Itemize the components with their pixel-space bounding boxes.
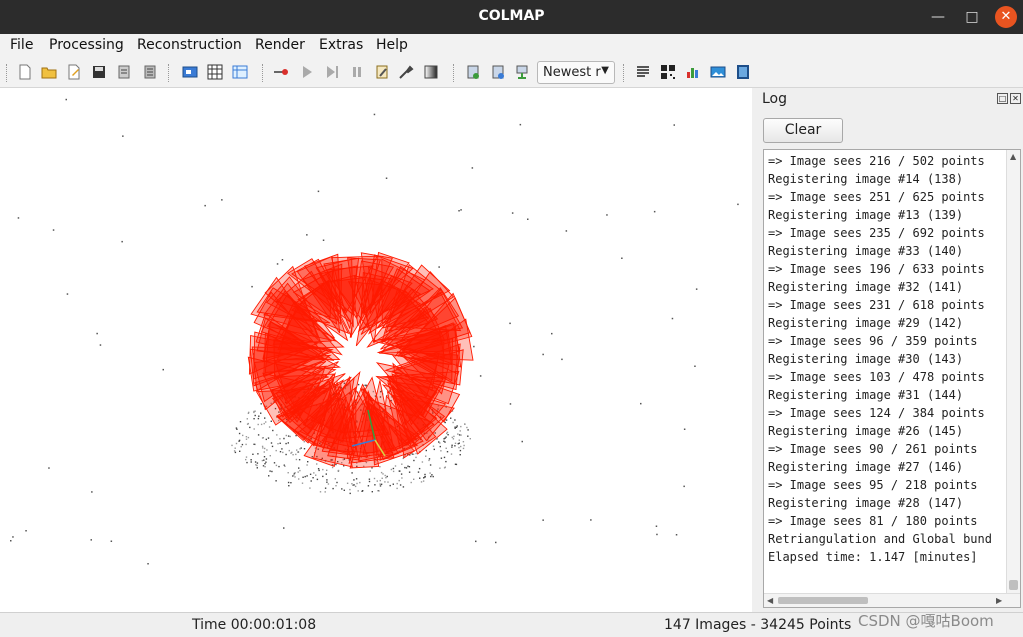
toolbar-separator — [453, 64, 455, 82]
reconstruction-options-icon[interactable] — [374, 64, 390, 80]
edit-project-icon[interactable] — [66, 64, 82, 80]
grab-movie-icon[interactable] — [735, 64, 751, 80]
bundle-adjustment-icon[interactable] — [398, 64, 414, 80]
log-line: => Image sees 216 / 502 points — [768, 154, 985, 168]
step-reconstruction-icon[interactable] — [324, 64, 340, 80]
select-model-icon[interactable] — [514, 64, 530, 80]
open-project-icon[interactable] — [41, 64, 57, 80]
title-bar: COLMAP — □ ✕ — [0, 0, 1023, 34]
log-line: => Image sees 124 / 384 points — [768, 406, 985, 420]
menu-render[interactable]: Render — [255, 37, 305, 53]
log-line: Elapsed time: 1.147 [minutes] — [768, 550, 978, 564]
feature-extraction-icon[interactable] — [182, 64, 198, 80]
scroll-up-icon[interactable]: ▲ — [1010, 152, 1016, 161]
menu-bar: File Processing Reconstruction Render Ex… — [0, 34, 1023, 58]
toolbar-separator — [623, 64, 625, 82]
toolbar-separator — [6, 64, 8, 82]
scroll-right-icon[interactable]: ▶ — [996, 596, 1002, 605]
minimize-icon[interactable]: — — [927, 6, 949, 28]
start-reconstruction-icon[interactable] — [299, 64, 315, 80]
model-selector-dropdown[interactable]: Newest r ▼ — [537, 61, 615, 84]
chevron-down-icon: ▼ — [601, 65, 609, 76]
toolbar-separator — [168, 64, 170, 82]
log-line: => Image sees 81 / 180 points — [768, 514, 978, 528]
log-line: => Image sees 95 / 218 points — [768, 478, 978, 492]
menu-help[interactable]: Help — [376, 37, 408, 53]
camera-frustums — [247, 251, 474, 469]
model-statistics-icon[interactable] — [685, 64, 701, 80]
log-line: Registering image #26 (145) — [768, 424, 964, 438]
dock-splitter[interactable] — [752, 88, 760, 612]
log-line: Registering image #14 (138) — [768, 172, 964, 186]
log-text-area[interactable]: => Image sees 216 / 502 points Registerin… — [763, 149, 1021, 608]
log-line: => Image sees 251 / 625 points — [768, 190, 985, 204]
log-line: Registering image #29 (142) — [768, 316, 964, 330]
toolbar-separator — [262, 64, 264, 82]
log-line: => Image sees 235 / 692 points — [768, 226, 985, 240]
menu-reconstruction[interactable]: Reconstruction — [137, 37, 242, 53]
reset-view-icon[interactable] — [490, 64, 506, 80]
render-options-icon[interactable] — [465, 64, 481, 80]
log-horizontal-scrollbar[interactable]: ◀ ▶ — [764, 593, 1020, 607]
model-viewer[interactable] — [0, 88, 752, 612]
export-model-icon[interactable] — [142, 64, 158, 80]
dense-reconstruction-icon[interactable] — [423, 64, 439, 80]
log-panel: Log □ ✕ Clear => Image sees 216 / 502 po… — [760, 88, 1023, 612]
log-line: => Image sees 90 / 261 points — [768, 442, 978, 456]
menu-extras[interactable]: Extras — [319, 37, 363, 53]
status-time: Time 00:00:01:08 — [192, 617, 317, 633]
close-dock-icon[interactable]: ✕ — [1010, 93, 1021, 104]
log-line: Registering image #33 (140) — [768, 244, 964, 258]
log-line: => Image sees 196 / 633 points — [768, 262, 985, 276]
log-line: Registering image #13 (139) — [768, 208, 964, 222]
log-line: Registering image #27 (146) — [768, 460, 964, 474]
grab-image-icon[interactable] — [710, 64, 726, 80]
clear-log-button[interactable]: Clear — [763, 118, 843, 143]
feature-matching-icon[interactable] — [207, 64, 223, 80]
scrollbar-thumb[interactable] — [778, 597, 868, 604]
show-log-icon[interactable] — [635, 64, 651, 80]
scroll-left-icon[interactable]: ◀ — [767, 596, 773, 605]
maximize-icon[interactable]: □ — [961, 6, 983, 28]
import-model-icon[interactable] — [116, 64, 132, 80]
save-project-icon[interactable] — [91, 64, 107, 80]
log-line: Registering image #32 (141) — [768, 280, 964, 294]
menu-processing[interactable]: Processing — [49, 37, 124, 53]
log-line: Retriangulation and Global bund — [768, 532, 992, 546]
database-management-icon[interactable] — [232, 64, 248, 80]
model-selector-value: Newest r — [543, 65, 601, 80]
pause-reconstruction-icon[interactable] — [349, 64, 365, 80]
log-line: Registering image #31 (144) — [768, 388, 964, 402]
log-line: Registering image #30 (143) — [768, 352, 964, 366]
new-project-icon[interactable] — [17, 64, 33, 80]
log-line: Registering image #28 (147) — [768, 496, 964, 510]
watermark: CSDN @嘎咕Boom — [858, 612, 994, 630]
toolbar: Newest r ▼ — [0, 58, 1023, 88]
window-title: COLMAP — [478, 8, 545, 24]
status-model-counts: 147 Images - 34245 Points — [664, 617, 852, 633]
reconstruction-scene[interactable] — [0, 88, 752, 612]
menu-file[interactable]: File — [10, 37, 33, 53]
log-vertical-scrollbar[interactable]: ▲ — [1006, 150, 1020, 593]
float-dock-icon[interactable]: □ — [997, 93, 1008, 104]
log-line: => Image sees 231 / 618 points — [768, 298, 985, 312]
log-line: => Image sees 103 / 478 points — [768, 370, 985, 384]
log-line: => Image sees 96 / 359 points — [768, 334, 978, 348]
match-matrix-icon[interactable] — [660, 64, 676, 80]
scrollbar-thumb[interactable] — [1009, 580, 1018, 590]
new-reconstruction-icon[interactable] — [273, 64, 289, 80]
log-lines: => Image sees 216 / 502 points Registerin… — [768, 152, 1003, 566]
log-title: Log — [762, 91, 788, 107]
close-icon[interactable]: ✕ — [995, 6, 1017, 28]
